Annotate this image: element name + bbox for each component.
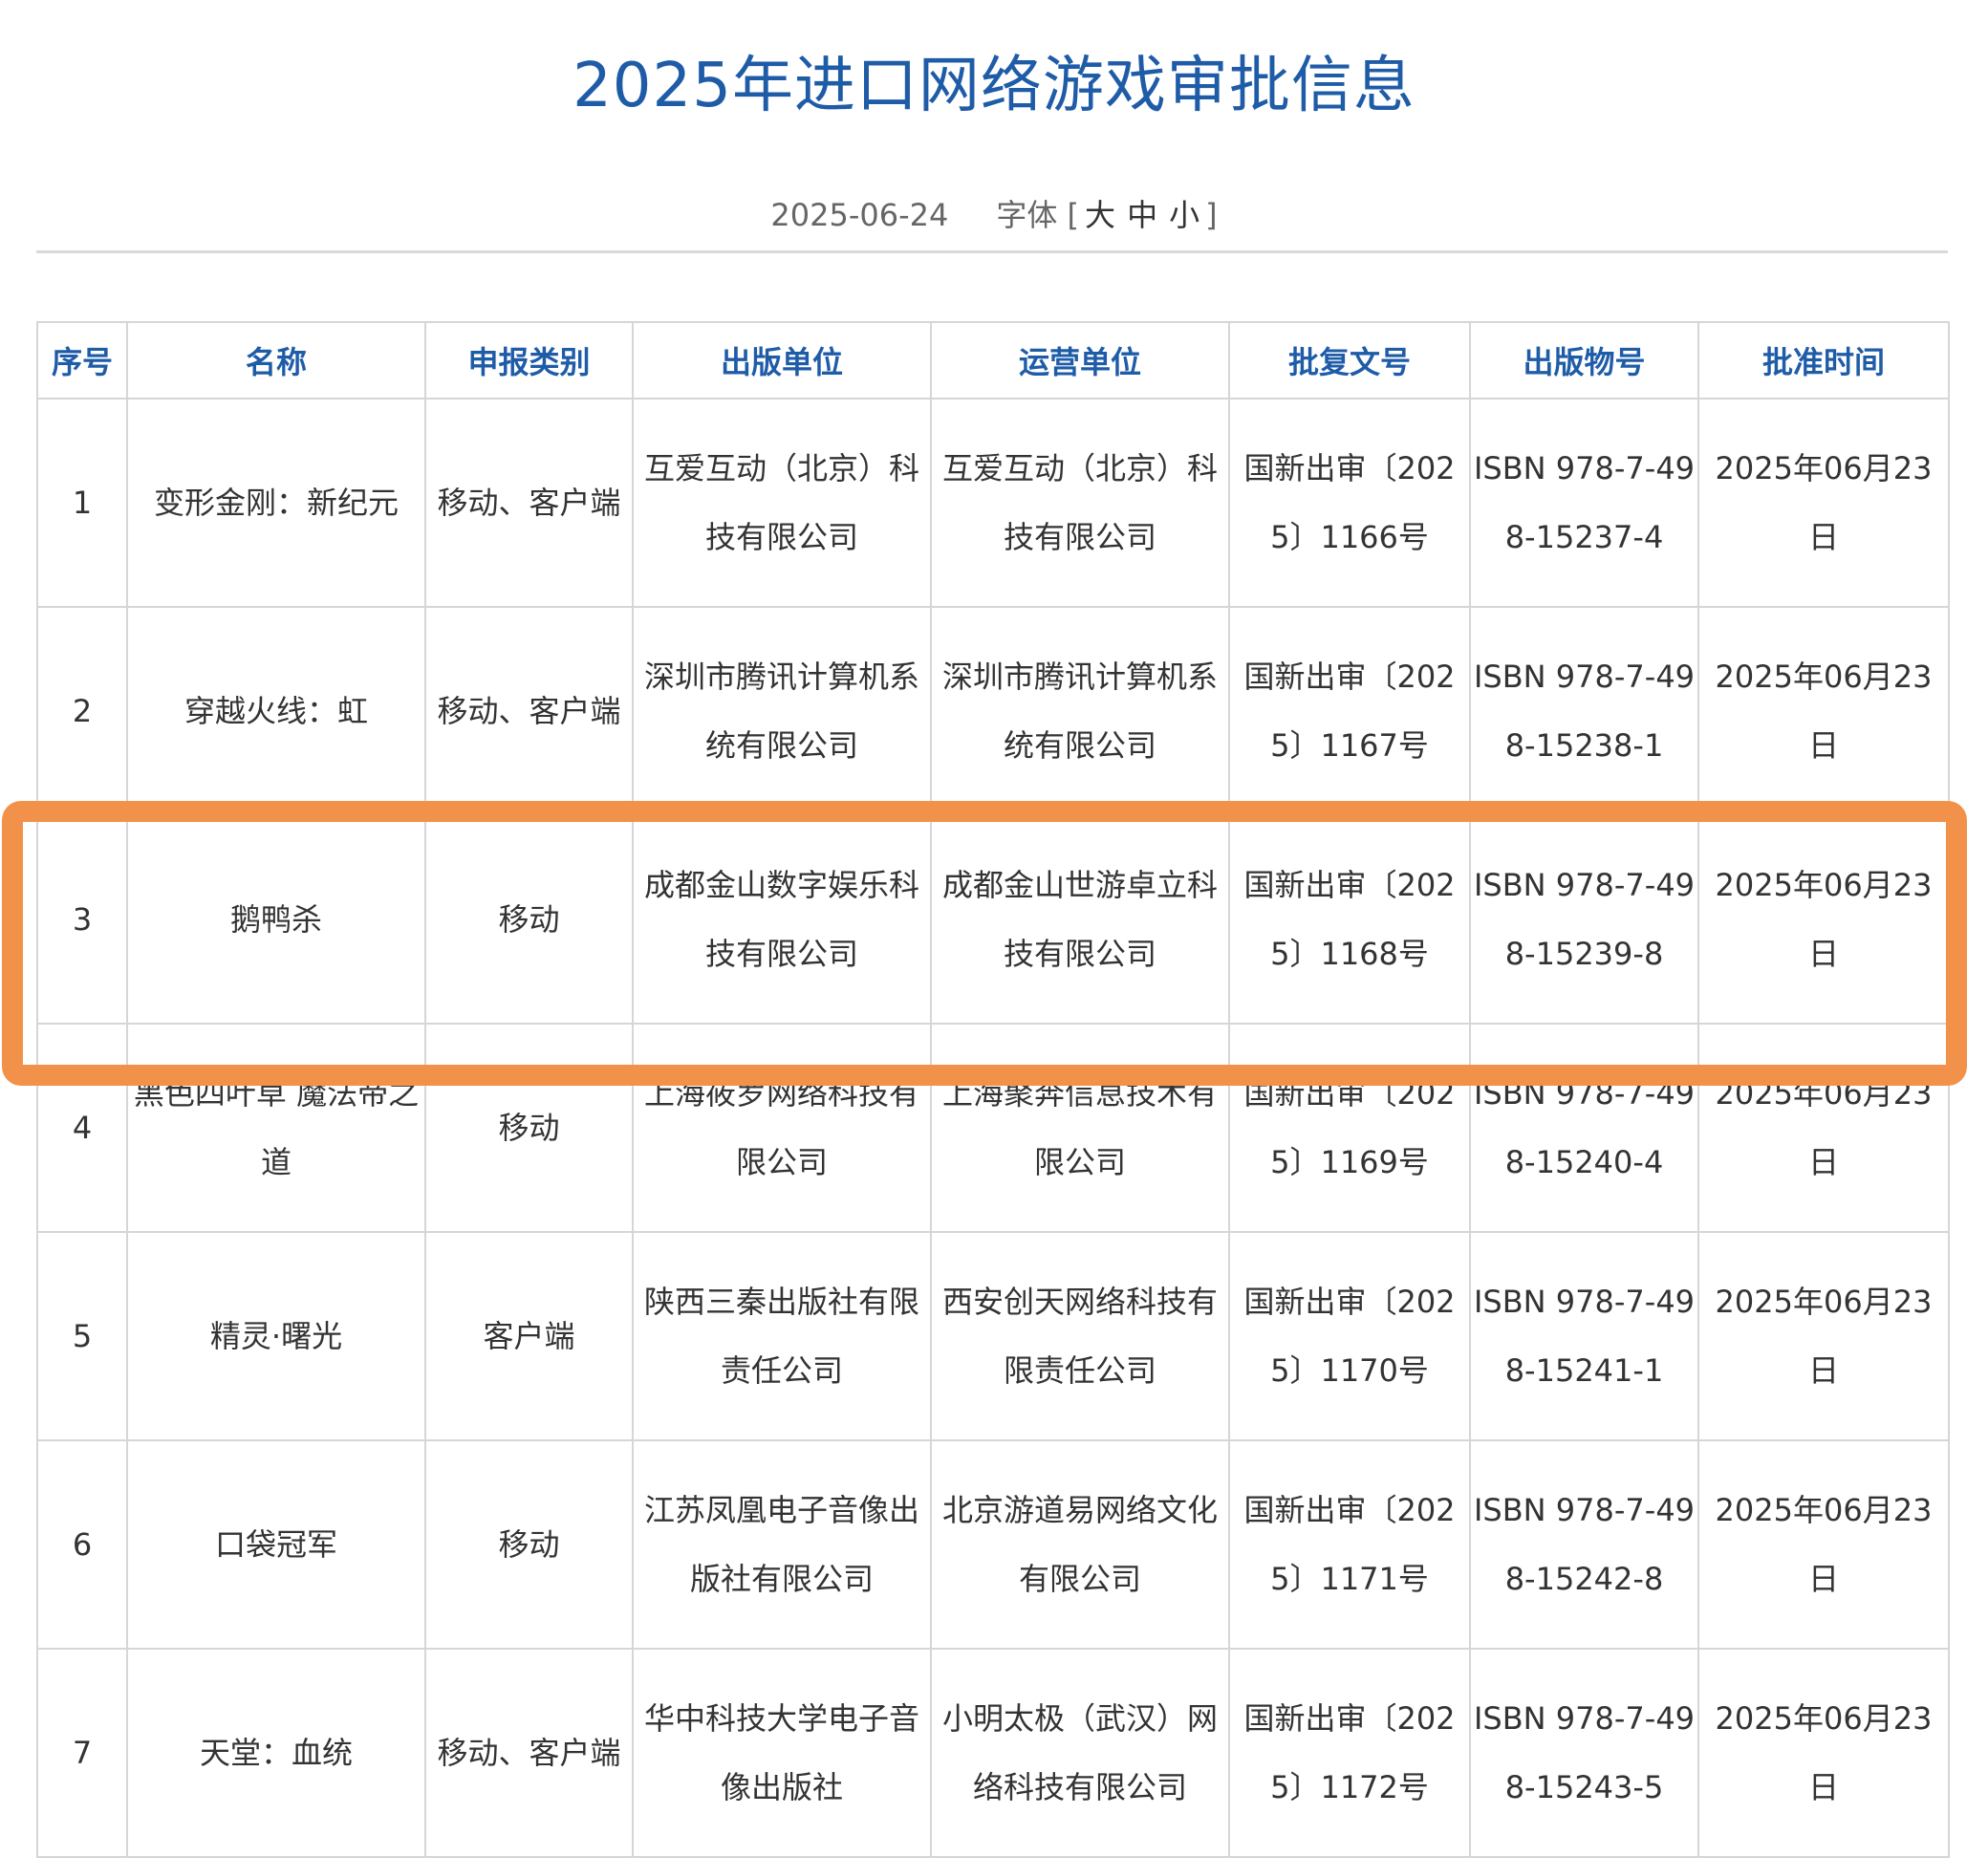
- cell-name: 口袋冠军: [126, 1439, 426, 1650]
- cell-isbn: ISBN 978-7-498-15243-5: [1469, 1648, 1699, 1858]
- cell-approval-number: 国新出审〔2025〕1167号: [1228, 606, 1471, 816]
- cell-category: 移动: [424, 1439, 634, 1650]
- cell-category: 客户端: [424, 1231, 634, 1441]
- cell-approval-number: 国新出审〔2025〕1169号: [1228, 1023, 1471, 1233]
- cell-name: 穿越火线：虹: [126, 606, 426, 816]
- cell-approval-number: 国新出审〔2025〕1168号: [1228, 814, 1471, 1025]
- cell-approval-date: 2025年06月23日: [1697, 1439, 1950, 1650]
- cell-approval-date: 2025年06月23日: [1697, 1023, 1950, 1233]
- cell-publisher: 上海莜罗网络科技有限公司: [632, 1023, 932, 1233]
- cell-approval-date: 2025年06月23日: [1697, 814, 1950, 1025]
- cell-isbn: ISBN 978-7-498-15241-1: [1469, 1231, 1699, 1441]
- cell-isbn: ISBN 978-7-498-15242-8: [1469, 1439, 1699, 1650]
- cell-isbn: ISBN 978-7-498-15237-4: [1469, 398, 1699, 608]
- cell-operator: 互爱互动（北京）科技有限公司: [930, 398, 1230, 608]
- cell-category: 移动、客户端: [424, 1648, 634, 1858]
- cell-category: 移动、客户端: [424, 398, 634, 608]
- cell-index: 1: [36, 398, 128, 608]
- font-size-medium-button[interactable]: 中: [1121, 197, 1163, 233]
- table-row: 5 精灵·曙光 客户端 陕西三秦出版社有限责任公司 西安创天网络科技有限责任公司…: [36, 1231, 1950, 1441]
- table-row: 1 变形金刚：新纪元 移动、客户端 互爱互动（北京）科技有限公司 互爱互动（北京…: [36, 398, 1950, 608]
- column-header-isbn: 出版物号: [1469, 321, 1699, 400]
- cell-name: 变形金刚：新纪元: [126, 398, 426, 608]
- cell-index: 7: [36, 1648, 128, 1858]
- cell-approval-date: 2025年06月23日: [1697, 398, 1950, 608]
- column-header-name: 名称: [126, 321, 426, 400]
- font-size-close: ]: [1205, 197, 1218, 233]
- cell-index: 2: [36, 606, 128, 816]
- cell-index: 4: [36, 1023, 128, 1233]
- cell-category: 移动: [424, 1023, 634, 1233]
- cell-isbn: ISBN 978-7-498-15238-1: [1469, 606, 1699, 816]
- cell-isbn: ISBN 978-7-498-15239-8: [1469, 814, 1699, 1025]
- cell-approval-date: 2025年06月23日: [1697, 1648, 1950, 1858]
- page-title: 2025年进口网络游戏审批信息: [573, 51, 1415, 121]
- column-header-publisher: 出版单位: [632, 321, 932, 400]
- cell-operator: 成都金山世游卓立科技有限公司: [930, 814, 1230, 1025]
- table-row: 2 穿越火线：虹 移动、客户端 深圳市腾讯计算机系统有限公司 深圳市腾讯计算机系…: [36, 606, 1950, 816]
- cell-operator: 上海聚奔信息技术有限公司: [930, 1023, 1230, 1233]
- font-size-small-button[interactable]: 小: [1163, 197, 1205, 233]
- column-header-index: 序号: [36, 321, 128, 400]
- cell-publisher: 深圳市腾讯计算机系统有限公司: [632, 606, 932, 816]
- publish-date: 2025-06-24: [770, 197, 949, 233]
- cell-isbn: ISBN 978-7-498-15240-4: [1469, 1023, 1699, 1233]
- cell-category: 移动: [424, 814, 634, 1025]
- header-divider: [36, 250, 1948, 253]
- cell-approval-number: 国新出审〔2025〕1170号: [1228, 1231, 1471, 1441]
- table-row: 4 黑色四叶草 魔法帝之道 移动 上海莜罗网络科技有限公司 上海聚奔信息技术有限…: [36, 1023, 1950, 1233]
- cell-publisher: 华中科技大学电子音像出版社: [632, 1648, 932, 1858]
- cell-publisher: 成都金山数字娱乐科技有限公司: [632, 814, 932, 1025]
- cell-index: 5: [36, 1231, 128, 1441]
- column-header-approval-number: 批复文号: [1228, 321, 1471, 400]
- table-row: 7 天堂：血统 移动、客户端 华中科技大学电子音像出版社 小明太极（武汉）网络科…: [36, 1648, 1950, 1858]
- column-header-category: 申报类别: [424, 321, 634, 400]
- cell-approval-date: 2025年06月23日: [1697, 606, 1950, 816]
- cell-name: 黑色四叶草 魔法帝之道: [126, 1023, 426, 1233]
- cell-approval-number: 国新出审〔2025〕1171号: [1228, 1439, 1471, 1650]
- cell-operator: 北京游道易网络文化有限公司: [930, 1439, 1230, 1650]
- cell-operator: 小明太极（武汉）网络科技有限公司: [930, 1648, 1230, 1858]
- cell-approval-number: 国新出审〔2025〕1166号: [1228, 398, 1471, 608]
- font-size-large-button[interactable]: 大: [1079, 197, 1121, 233]
- cell-publisher: 陕西三秦出版社有限责任公司: [632, 1231, 932, 1441]
- cell-approval-date: 2025年06月23日: [1697, 1231, 1950, 1441]
- cell-name: 精灵·曙光: [126, 1231, 426, 1441]
- table-row: 6 口袋冠军 移动 江苏凤凰电子音像出版社有限公司 北京游道易网络文化有限公司 …: [36, 1439, 1950, 1650]
- article-meta: 2025-06-24 字体 [大中小]: [0, 191, 1988, 239]
- table-row-highlighted: 3 鹅鸭杀 移动 成都金山数字娱乐科技有限公司 成都金山世游卓立科技有限公司 国…: [36, 814, 1950, 1025]
- cell-index: 3: [36, 814, 128, 1025]
- cell-operator: 西安创天网络科技有限责任公司: [930, 1231, 1230, 1441]
- cell-approval-number: 国新出审〔2025〕1172号: [1228, 1648, 1471, 1858]
- font-size-label: 字体 [: [996, 197, 1080, 233]
- column-header-approval-date: 批准时间: [1697, 321, 1950, 400]
- cell-publisher: 互爱互动（北京）科技有限公司: [632, 398, 932, 608]
- cell-index: 6: [36, 1439, 128, 1650]
- table-header-row: 序号 名称 申报类别 出版单位 运营单位 批复文号 出版物号 批准时间: [36, 321, 1950, 400]
- cell-name: 鹅鸭杀: [126, 814, 426, 1025]
- cell-name: 天堂：血统: [126, 1648, 426, 1858]
- cell-category: 移动、客户端: [424, 606, 634, 816]
- approval-table: 序号 名称 申报类别 出版单位 运营单位 批复文号 出版物号 批准时间 1 变形…: [36, 321, 1950, 1858]
- column-header-operator: 运营单位: [930, 321, 1230, 400]
- cell-publisher: 江苏凤凰电子音像出版社有限公司: [632, 1439, 932, 1650]
- cell-operator: 深圳市腾讯计算机系统有限公司: [930, 606, 1230, 816]
